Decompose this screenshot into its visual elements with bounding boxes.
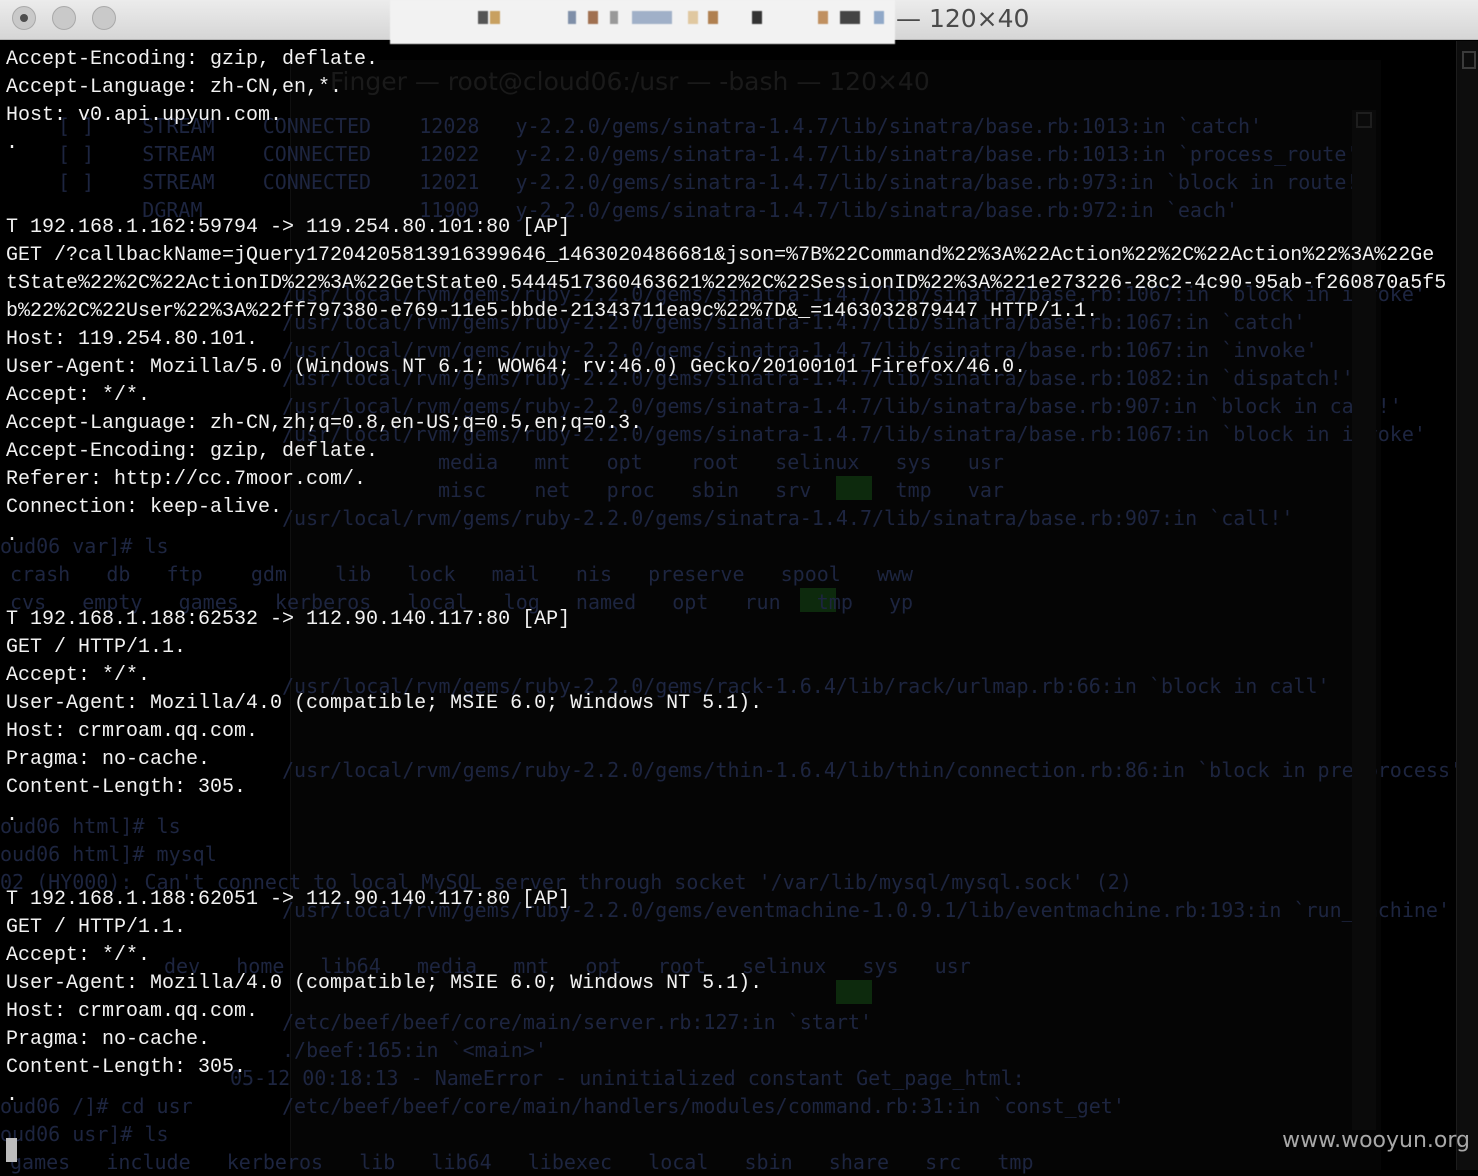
watermark: www.wooyun.org — [1282, 1128, 1470, 1153]
ghost-line: oud06 usr]# ls — [0, 1122, 169, 1146]
terminal-line: . — [6, 524, 19, 547]
terminal-line: . — [6, 132, 19, 155]
window-title: — 120×40 — [896, 4, 1030, 33]
terminal-line: Content-Length: 305. — [6, 1056, 247, 1079]
terminal-line: Host: crmroam.qq.com. — [6, 1000, 259, 1023]
terminal-line: Pragma: no-cache. — [6, 1028, 211, 1051]
terminal-line: . — [6, 804, 19, 827]
scrollbar-grip-icon[interactable] — [1462, 51, 1476, 69]
close-icon[interactable] — [12, 6, 36, 30]
text-cursor — [6, 1138, 17, 1162]
minimize-icon[interactable] — [52, 6, 76, 30]
terminal-line: User-Agent: Mozilla/5.0 (Windows NT 6.1;… — [6, 356, 1027, 379]
terminal-line: . — [6, 1084, 19, 1107]
terminal-line: User-Agent: Mozilla/4.0 (compatible; MSI… — [6, 972, 763, 995]
terminal-line: Accept: */*. — [6, 944, 151, 967]
terminal-line: Accept-Language: zh-CN,zh;q=0.8,en-US;q=… — [6, 412, 643, 435]
terminal-line: Host: crmroam.qq.com. — [6, 720, 259, 743]
terminal-line: GET / HTTP/1.1. — [6, 636, 187, 659]
terminal-line: GET / HTTP/1.1. — [6, 916, 187, 939]
vertical-scrollbar[interactable] — [1456, 41, 1478, 1170]
terminal-line: tState%22%2C%22ActionID%22%3A%22GetState… — [6, 272, 1447, 295]
zoom-icon[interactable] — [92, 6, 116, 30]
terminal-line: T 192.168.1.162:59794 -> 119.254.80.101:… — [6, 216, 571, 239]
terminal-line: GET /?callbackName=jQuery172042058139163… — [6, 244, 1435, 267]
window-titlebar[interactable]: — 120×40 — [0, 0, 1478, 44]
terminal-line: Host: 119.254.80.101. — [6, 328, 259, 351]
terminal-line: Connection: keep-alive. — [6, 496, 283, 519]
terminal-line: Pragma: no-cache. — [6, 748, 211, 771]
terminal-line: Accept: */*. — [6, 664, 151, 687]
terminal-line: Content-Length: 305. — [6, 776, 247, 799]
terminal-line: Accept-Language: zh-CN,en,*. — [6, 76, 343, 99]
terminal-output[interactable]: Accept-Encoding: gzip, deflate. Accept-La… — [6, 46, 1446, 1110]
blurred-title — [390, 0, 895, 44]
terminal-line: Referer: http://cc.7moor.com/. — [6, 468, 367, 491]
terminal-line: Accept: */*. — [6, 384, 151, 407]
terminal-line: b%22%2C%22User%22%3A%22ff797380-e769-11e… — [6, 300, 1099, 323]
terminal-line: Accept-Encoding: gzip, deflate. — [6, 48, 379, 71]
terminal-line: Host: v0.api.upyun.com. — [6, 104, 283, 127]
terminal-line: T 192.168.1.188:62051 -> 112.90.140.117:… — [6, 888, 571, 911]
terminal-line: T 192.168.1.188:62532 -> 112.90.140.117:… — [6, 608, 571, 631]
terminal-line: User-Agent: Mozilla/4.0 (compatible; MSI… — [6, 692, 763, 715]
terminal-line: Accept-Encoding: gzip, deflate. — [6, 440, 379, 463]
